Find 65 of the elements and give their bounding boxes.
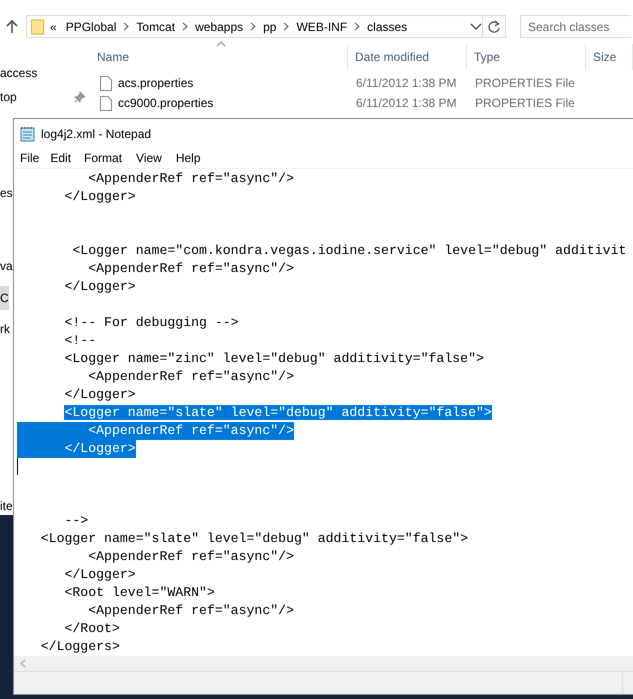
dropdown-caret-icon[interactable]: [470, 22, 482, 30]
folder-icon: [31, 18, 44, 34]
file-type: PROPERTIES File: [474, 96, 576, 110]
file-name[interactable]: acs.properties: [118, 76, 194, 90]
overflow-chevrons[interactable]: «: [50, 20, 57, 34]
column-header[interactable]: Type: [467, 44, 586, 70]
file-name[interactable]: cc9000.properties: [118, 96, 214, 110]
notepad-icon: [20, 126, 35, 142]
code-line: <Logger name="com.kondra.vegas.iodine.service" level="debug" additivit: [71, 242, 626, 260]
chevron-icon[interactable]: [283, 22, 290, 31]
window-title: log4j2.xml - Notepad: [41, 126, 152, 140]
column-header[interactable]: Date modified: [348, 44, 467, 70]
code-line: </Root>: [63, 620, 120, 638]
date-modified: 6/11/2012 1:38 PM: [355, 96, 458, 110]
breadcrumb[interactable]: webapps: [192, 20, 246, 34]
code-line: </Logger>: [63, 278, 136, 296]
code-line: <AppenderRef ref="async"/>: [87, 602, 294, 620]
sort-caret-icon: [216, 41, 226, 47]
column-header[interactable]: Name: [90, 44, 348, 70]
nav-item[interactable]: top: [0, 86, 90, 108]
up-arrow-icon[interactable]: [5, 20, 19, 34]
code-line: <AppenderRef ref="async"/>: [87, 368, 294, 386]
menu-item[interactable]: Format: [80, 151, 132, 165]
breadcrumb[interactable]: WEB-INF: [293, 20, 350, 34]
horizontal-scrollbar[interactable]: [14, 656, 633, 672]
chevron-icon[interactable]: [123, 22, 130, 31]
code-line: <!--: [63, 332, 96, 350]
code-line: <Root level="WARN">: [63, 584, 215, 602]
menu-item[interactable]: Edit: [46, 151, 80, 165]
code-line: <AppenderRef ref="async"/>: [87, 170, 294, 188]
address-bar[interactable]: « PPGlobal Tomcat webapps pp WEB-INF classes: [26, 15, 506, 38]
code-line: <Logger name="slate" level="debug" additivity="false">: [40, 530, 468, 548]
menu-item[interactable]: File: [16, 151, 46, 165]
code-line: <!-- For debugging -->: [63, 314, 239, 332]
nav-item[interactable]: es: [0, 182, 13, 204]
nav-item[interactable]: va: [0, 255, 13, 277]
chevron-icon[interactable]: [182, 22, 188, 31]
code-line: </Logger>: [63, 566, 136, 584]
code-line: </Logger>: [63, 188, 136, 206]
file-icon: [100, 76, 112, 90]
nav-item[interactable]: ite: [0, 495, 13, 517]
date-modified: 6/11/2012 1:38 PM: [355, 76, 458, 90]
menu-item[interactable]: View: [132, 151, 172, 165]
refresh-icon[interactable]: [487, 20, 501, 34]
code-line: <Logger name="zinc" level="debug" additivity="false">: [63, 350, 484, 368]
code-line: -->: [63, 512, 88, 530]
file-type: PROPERTIES File: [474, 76, 576, 90]
code-line: <AppenderRef ref="async"/>: [87, 260, 294, 278]
nav-item[interactable]: access: [0, 62, 90, 84]
nav-item[interactable]: C: [0, 286, 9, 310]
pin-icon[interactable]: [74, 91, 86, 103]
chevron-icon[interactable]: [250, 22, 256, 31]
breadcrumb[interactable]: Tomcat: [133, 20, 178, 34]
nav-item[interactable]: rk: [0, 318, 10, 340]
code-line: </Loggers>: [40, 638, 120, 656]
column-header[interactable]: Size: [586, 44, 633, 70]
chevron-icon[interactable]: [354, 22, 360, 31]
menu-item[interactable]: Help: [172, 151, 208, 165]
breadcrumb[interactable]: PPGlobal: [62, 20, 120, 34]
code-line: <AppenderRef ref="async"/>: [87, 548, 294, 566]
code-line: </Logger>: [63, 386, 136, 404]
breadcrumb[interactable]: pp: [260, 20, 280, 34]
search-field[interactable]: Search classes: [520, 15, 631, 38]
file-icon: [100, 96, 112, 110]
breadcrumb[interactable]: classes: [364, 20, 410, 34]
